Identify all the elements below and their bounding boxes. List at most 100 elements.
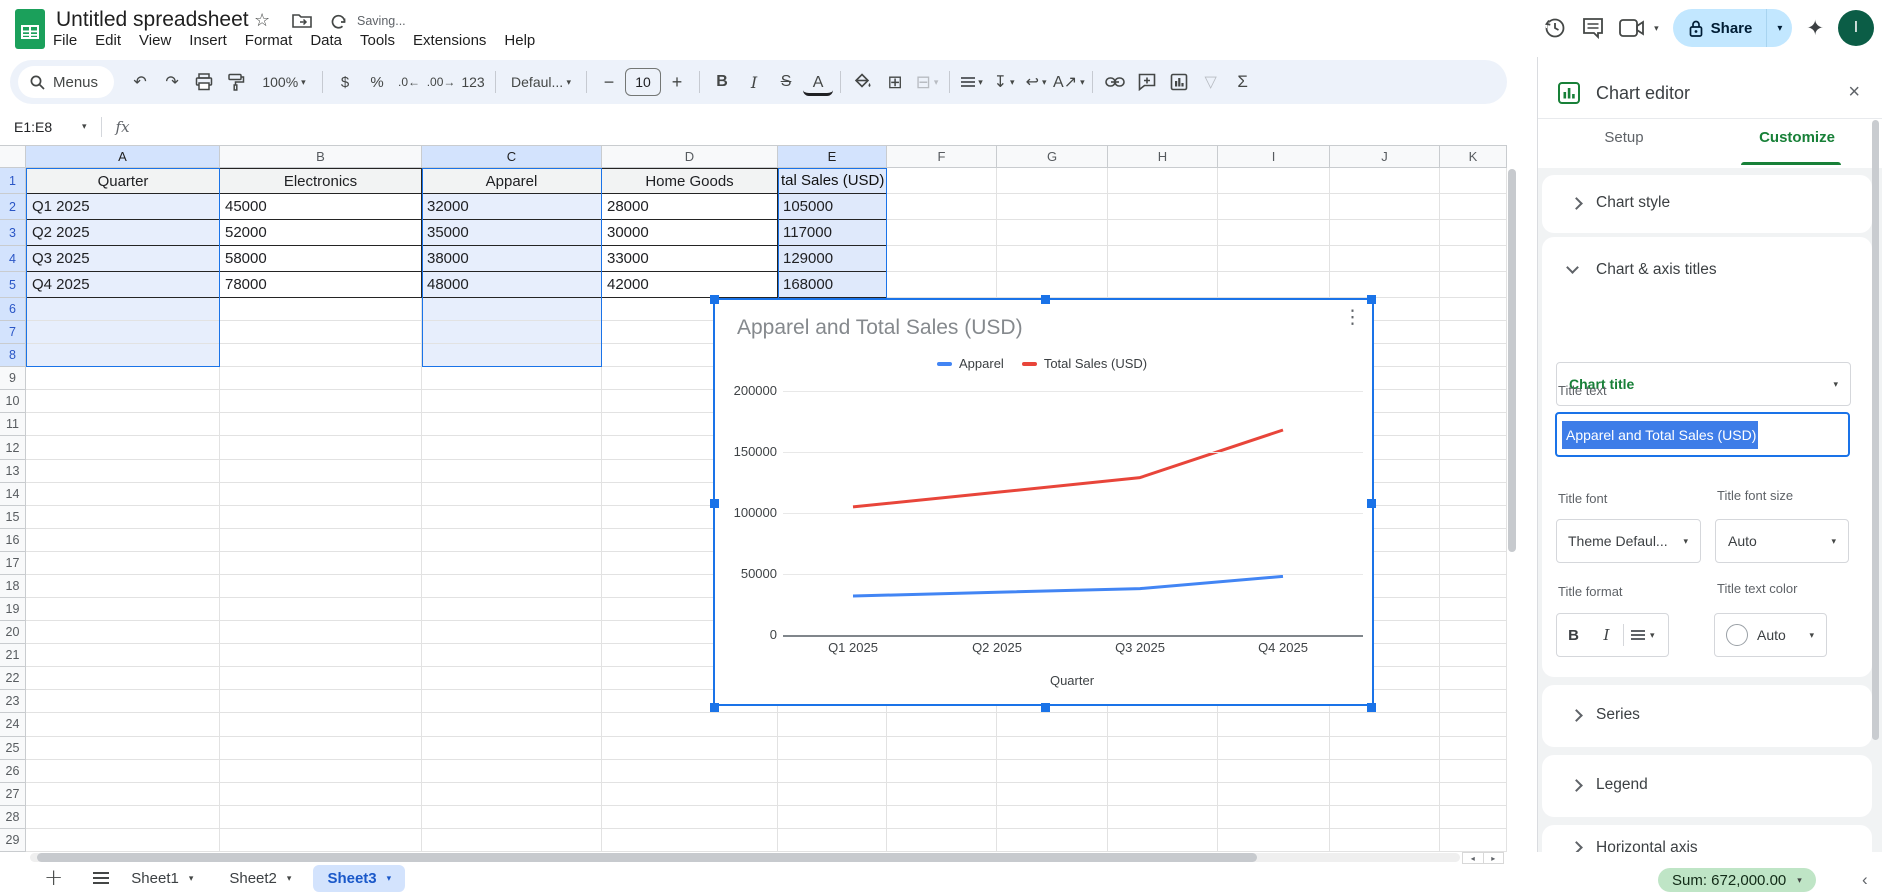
cell-K8[interactable] xyxy=(1440,344,1507,367)
column-header-J[interactable]: J xyxy=(1330,145,1440,168)
row-header-29[interactable]: 29 xyxy=(0,829,26,852)
sheet-tab-caret-icon[interactable]: ▾ xyxy=(287,873,292,884)
cell-A24[interactable] xyxy=(26,713,220,736)
cell-K13[interactable] xyxy=(1440,460,1507,483)
scroll-arrow-buttons[interactable]: ◂ ▸ xyxy=(1462,852,1504,864)
cell-D1[interactable]: Home Goods xyxy=(602,168,778,194)
italic-button[interactable]: I xyxy=(739,67,769,97)
cell-H27[interactable] xyxy=(1108,783,1218,806)
cell-K3[interactable] xyxy=(1440,220,1507,246)
decrease-decimal-button[interactable]: .0← xyxy=(394,67,424,97)
cell-G1[interactable] xyxy=(997,168,1108,194)
cell-B1[interactable]: Electronics xyxy=(220,168,422,194)
row-header-1[interactable]: 1 xyxy=(0,168,26,194)
cell-B26[interactable] xyxy=(220,760,422,783)
cell-C12[interactable] xyxy=(422,436,602,459)
cell-E25[interactable] xyxy=(778,737,887,760)
column-header-A[interactable]: A xyxy=(26,145,220,168)
chart-resize-handle-1[interactable] xyxy=(1041,295,1050,304)
name-box-caret-icon[interactable]: ▾ xyxy=(82,121,87,132)
cell-K1[interactable] xyxy=(1440,168,1507,194)
cell-B28[interactable] xyxy=(220,806,422,829)
cell-E29[interactable] xyxy=(778,829,887,852)
cell-E24[interactable] xyxy=(778,713,887,736)
cell-A12[interactable] xyxy=(26,436,220,459)
sheet-tab-sheet1[interactable]: Sheet1▾ xyxy=(117,865,207,892)
row-header-22[interactable]: 22 xyxy=(0,667,26,690)
cell-C29[interactable] xyxy=(422,829,602,852)
cell-D24[interactable] xyxy=(602,713,778,736)
cell-A4[interactable]: Q3 2025 xyxy=(26,246,220,272)
column-header-F[interactable]: F xyxy=(887,145,997,168)
cell-K26[interactable] xyxy=(1440,760,1507,783)
cell-J1[interactable] xyxy=(1330,168,1440,194)
title-font-select[interactable]: Theme Defaul... ▾ xyxy=(1556,519,1701,563)
row-header-9[interactable]: 9 xyxy=(0,367,26,390)
cell-E2[interactable]: 105000 xyxy=(778,194,887,220)
redo-button[interactable]: ↷ xyxy=(157,67,187,97)
cell-F5[interactable] xyxy=(887,272,997,298)
text-wrap-button[interactable]: ↩▾ xyxy=(1021,67,1051,97)
cell-C8[interactable] xyxy=(422,344,602,367)
cell-C6[interactable] xyxy=(422,298,602,321)
font-family-select[interactable]: Defaul... ▾ xyxy=(503,67,579,97)
cell-K11[interactable] xyxy=(1440,413,1507,436)
cell-B24[interactable] xyxy=(220,713,422,736)
cell-B23[interactable] xyxy=(220,690,422,713)
cell-H24[interactable] xyxy=(1108,713,1218,736)
cell-C3[interactable]: 35000 xyxy=(422,220,602,246)
row-header-17[interactable]: 17 xyxy=(0,552,26,575)
row-header-16[interactable]: 16 xyxy=(0,529,26,552)
cell-I5[interactable] xyxy=(1218,272,1330,298)
cell-H4[interactable] xyxy=(1108,246,1218,272)
title-text-input[interactable]: Apparel and Total Sales (USD) xyxy=(1555,412,1850,457)
cell-K28[interactable] xyxy=(1440,806,1507,829)
cell-A22[interactable] xyxy=(26,667,220,690)
cell-H1[interactable] xyxy=(1108,168,1218,194)
cell-K21[interactable] xyxy=(1440,644,1507,667)
tab-customize[interactable]: Customize xyxy=(1737,129,1857,146)
column-header-I[interactable]: I xyxy=(1218,145,1330,168)
cell-F26[interactable] xyxy=(887,760,997,783)
cell-B16[interactable] xyxy=(220,529,422,552)
cell-A26[interactable] xyxy=(26,760,220,783)
cell-B11[interactable] xyxy=(220,413,422,436)
cell-B4[interactable]: 58000 xyxy=(220,246,422,272)
cell-E26[interactable] xyxy=(778,760,887,783)
column-header-B[interactable]: B xyxy=(220,145,422,168)
cell-K16[interactable] xyxy=(1440,529,1507,552)
chart-resize-handle-5[interactable] xyxy=(710,703,719,712)
cell-G25[interactable] xyxy=(997,737,1108,760)
share-caret[interactable]: ▾ xyxy=(1766,9,1792,47)
sheet-tab-caret-icon[interactable]: ▾ xyxy=(387,873,392,884)
sheet-tab-caret-icon[interactable]: ▾ xyxy=(189,873,194,884)
cell-I3[interactable] xyxy=(1218,220,1330,246)
row-header-5[interactable]: 5 xyxy=(0,272,26,298)
row-header-21[interactable]: 21 xyxy=(0,644,26,667)
row-header-12[interactable]: 12 xyxy=(0,436,26,459)
close-icon[interactable]: × xyxy=(1848,81,1860,104)
cell-I27[interactable] xyxy=(1218,783,1330,806)
cell-A14[interactable] xyxy=(26,483,220,506)
grid-corner[interactable] xyxy=(0,145,26,168)
cell-B5[interactable]: 78000 xyxy=(220,272,422,298)
cell-J29[interactable] xyxy=(1330,829,1440,852)
cell-D2[interactable]: 28000 xyxy=(602,194,778,220)
add-sheet-button[interactable]: + xyxy=(44,865,63,891)
cell-F3[interactable] xyxy=(887,220,997,246)
all-sheets-button[interactable] xyxy=(93,869,109,887)
cell-J25[interactable] xyxy=(1330,737,1440,760)
cell-A19[interactable] xyxy=(26,598,220,621)
print-button[interactable] xyxy=(189,67,219,97)
cell-E28[interactable] xyxy=(778,806,887,829)
chart-resize-handle-3[interactable] xyxy=(710,499,719,508)
cell-I4[interactable] xyxy=(1218,246,1330,272)
menu-edit[interactable]: Edit xyxy=(86,30,130,54)
cell-C27[interactable] xyxy=(422,783,602,806)
functions-button[interactable]: Σ xyxy=(1228,67,1258,97)
column-header-D[interactable]: D xyxy=(602,145,778,168)
cell-K20[interactable] xyxy=(1440,621,1507,644)
menu-insert[interactable]: Insert xyxy=(180,30,236,54)
cell-K15[interactable] xyxy=(1440,506,1507,529)
scroll-right-icon[interactable]: ▸ xyxy=(1484,853,1504,863)
